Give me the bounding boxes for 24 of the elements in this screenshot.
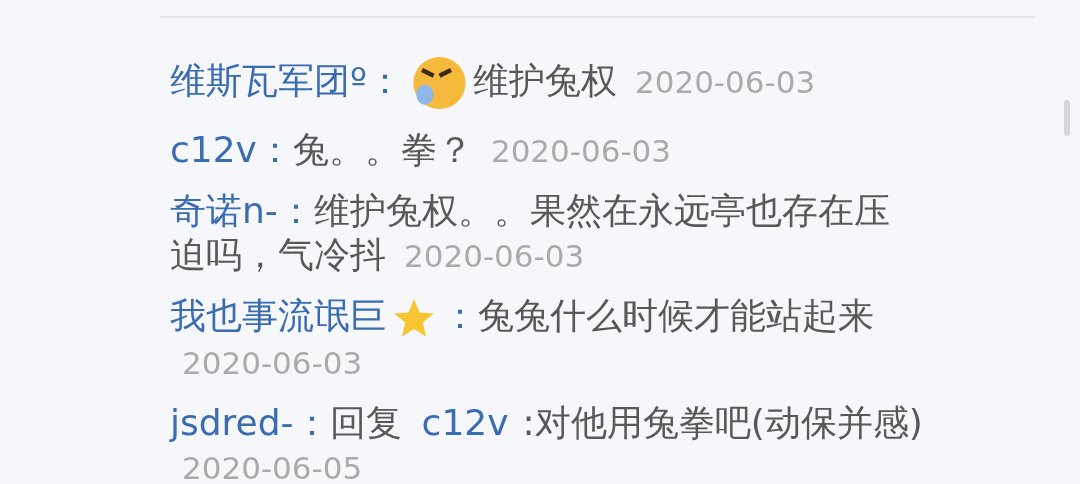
user-name[interactable]: 维斯瓦军团º — [170, 59, 367, 103]
comment-text: 兔兔什么时候才能站起来 — [478, 294, 874, 338]
comment-date: 2020-06-03 — [634, 63, 816, 102]
comment-date: 2020-06-03 — [490, 132, 672, 171]
user-name[interactable]: c12v — [170, 128, 257, 172]
colon: ： — [256, 128, 293, 172]
comment-text: 迫吗，气冷抖 — [170, 233, 386, 277]
colon: ： — [442, 294, 478, 338]
comment-text: 维护兔权 — [472, 59, 617, 103]
comment-date: 2020-06-05 — [182, 449, 363, 484]
comment-text: 兔。。拳？ — [292, 128, 473, 172]
scrollbar-thumb[interactable] — [1064, 100, 1070, 136]
comment-text: 维护兔权。。果然在永远亭也存在压 — [313, 189, 890, 233]
user-name[interactable]: 我也事流氓巨 — [170, 294, 386, 338]
colon: ： — [366, 59, 403, 103]
user-name[interactable]: 奇诺n- — [170, 189, 278, 233]
colon: ： — [293, 401, 330, 445]
comment-text: :对他用兔拳吧(动保并感) — [522, 401, 923, 445]
comment-date: 2020-06-03 — [404, 237, 585, 276]
comment-text: 回复 — [329, 401, 402, 445]
user-name[interactable]: jsdred- — [170, 401, 294, 445]
comment-date: 2020-06-03 — [182, 344, 363, 383]
reply-link[interactable]: c12v — [421, 401, 509, 445]
colon: ： — [277, 189, 314, 233]
